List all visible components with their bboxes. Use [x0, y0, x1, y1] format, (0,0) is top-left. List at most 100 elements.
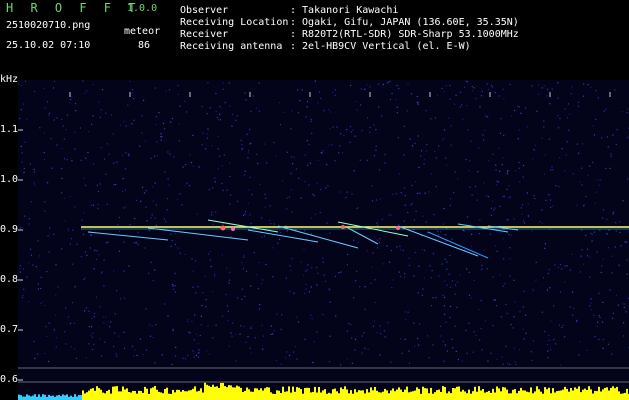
noise-dot: [257, 288, 259, 290]
noise-dot: [291, 110, 293, 112]
noise-dot: [316, 182, 318, 184]
noise-dot: [381, 218, 383, 220]
noise-dot: [240, 139, 242, 141]
noise-dot: [550, 320, 552, 322]
activity-bar: [328, 392, 330, 400]
noise-dot: [599, 229, 601, 231]
noise-dot: [278, 102, 281, 104]
noise-dot: [214, 177, 216, 179]
activity-bar: [212, 384, 214, 400]
activity-bar: [204, 382, 206, 400]
activity-bar: [60, 396, 62, 400]
noise-dot: [174, 243, 176, 246]
noise-dot: [607, 343, 610, 345]
activity-bar: [464, 391, 466, 400]
noise-dot: [600, 271, 602, 274]
noise-dot: [76, 243, 78, 245]
noise-dot: [21, 161, 23, 163]
noise-dot: [177, 84, 179, 86]
noise-dot: [215, 92, 217, 95]
noise-dot: [547, 350, 549, 352]
noise-dot: [205, 299, 207, 301]
activity-bar: [508, 393, 510, 400]
noise-dot: [92, 115, 94, 117]
noise-dot: [381, 115, 383, 117]
noise-dot: [222, 223, 224, 225]
noise-dot: [229, 105, 231, 107]
noise-dot: [317, 102, 319, 104]
noise-dot: [455, 284, 457, 286]
noise-dot: [334, 160, 336, 162]
noise-dot: [192, 270, 194, 272]
noise-dot: [504, 195, 506, 198]
noise-dot: [192, 134, 194, 136]
activity-bar: [412, 391, 414, 400]
activity-bar: [42, 394, 44, 400]
noise-dot: [158, 111, 160, 114]
noise-dot: [61, 147, 63, 150]
noise-dot: [572, 291, 574, 293]
noise-dot: [296, 316, 298, 318]
noise-dot: [423, 249, 426, 251]
observer-label: Observer: [180, 5, 229, 16]
noise-dot: [451, 238, 453, 240]
noise-dot: [74, 103, 77, 105]
noise-dot: [105, 316, 107, 318]
noise-dot: [273, 329, 275, 332]
noise-dot: [69, 243, 71, 245]
noise-dot: [623, 306, 625, 309]
noise-dot: [501, 356, 503, 358]
noise-dot: [605, 108, 607, 110]
noise-dot: [270, 223, 272, 225]
noise-dot: [179, 252, 181, 254]
noise-dot: [97, 204, 99, 206]
noise-dot: [306, 140, 308, 142]
noise-dot: [108, 153, 110, 155]
noise-dot: [100, 109, 102, 111]
activity-bar: [602, 389, 604, 400]
activity-bar: [428, 393, 430, 400]
noise-dot: [428, 357, 430, 359]
noise-dot: [430, 118, 432, 120]
noise-dot: [375, 145, 377, 147]
noise-dot: [229, 175, 231, 177]
noise-dot: [191, 258, 193, 260]
activity-bar: [416, 387, 418, 400]
noise-dot: [591, 240, 593, 242]
noise-dot: [598, 338, 600, 341]
noise-dot: [523, 338, 525, 340]
noise-dot: [71, 96, 73, 98]
activity-bar: [78, 395, 80, 400]
noise-dot: [454, 325, 456, 327]
noise-dot: [582, 95, 585, 97]
noise-dot: [403, 187, 406, 189]
noise-dot: [46, 271, 48, 273]
activity-bar: [274, 394, 276, 400]
noise-dot: [453, 103, 456, 105]
noise-dot: [174, 355, 177, 357]
noise-dot: [407, 83, 409, 85]
noise-dot: [320, 189, 322, 191]
noise-dot: [387, 322, 389, 324]
noise-dot: [261, 236, 263, 238]
noise-dot: [479, 106, 481, 108]
noise-dot: [151, 325, 153, 327]
noise-dot: [32, 264, 34, 266]
noise-dot: [489, 233, 491, 235]
noise-dot: [421, 150, 423, 152]
noise-dot: [209, 107, 211, 109]
activity-bar: [542, 393, 544, 400]
noise-dot: [188, 331, 190, 333]
noise-dot: [350, 84, 352, 87]
noise-dot: [235, 119, 237, 121]
noise-dot: [560, 364, 562, 366]
noise-dot: [272, 247, 274, 249]
activity-bar: [106, 391, 108, 400]
noise-dot: [145, 349, 148, 351]
noise-dot: [626, 259, 628, 261]
noise-dot: [522, 176, 524, 178]
noise-dot: [22, 294, 24, 296]
noise-dot: [285, 225, 287, 227]
meteor-head: [341, 225, 345, 229]
noise-dot: [583, 204, 585, 206]
